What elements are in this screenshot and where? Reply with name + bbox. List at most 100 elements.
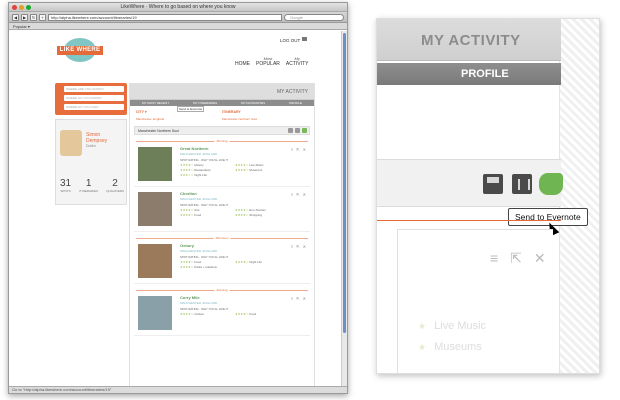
browser-search-field[interactable]: Google <box>284 13 344 21</box>
hatched-background <box>559 19 599 373</box>
itinerary-label: ITINERARY <box>222 110 241 114</box>
zoom-window-button[interactable] <box>26 5 31 10</box>
back-button[interactable]: ◀ <box>12 13 19 21</box>
vertical-scrollbar[interactable] <box>341 31 347 386</box>
place-location: MANCHESTER, ENGLAND <box>180 197 218 201</box>
forward-button[interactable]: ▶ <box>21 13 28 21</box>
close-window-button[interactable] <box>12 5 17 10</box>
list-item: Curry Mile MANCHESTER, ENGLAND SPOT RATI… <box>134 294 310 336</box>
stat-qualifiers[interactable]: 2 QUALIFIERS <box>106 178 124 193</box>
tab-most-recent[interactable]: MY MOST RECENT <box>142 100 169 106</box>
spot-rating-label: SPOT RATING · WHY YOU'LL LIKE IT <box>180 158 229 162</box>
place-photo[interactable] <box>138 244 172 278</box>
share-icon[interactable]: ⇱ <box>296 296 299 301</box>
place-tag: ★★★★☆ Culture <box>180 312 204 316</box>
menu-icon[interactable]: ≡ <box>291 244 293 249</box>
menu-icon[interactable]: ≡ <box>291 296 293 301</box>
stat-itineraries[interactable]: 1 ITINERARIES <box>79 178 98 193</box>
list-item: Great Northern MANCHESTER, ENGLAND SPOT … <box>134 145 310 187</box>
place-tag: ★★★★☆ Museums <box>235 168 263 172</box>
share-icon[interactable]: ⇱ <box>296 244 299 249</box>
place-photo[interactable] <box>138 147 172 181</box>
menu-icon[interactable]: ≡ <box>291 192 293 197</box>
place-photo[interactable] <box>138 192 172 226</box>
zoom-activity-header: MY ACTIVITY <box>377 19 561 61</box>
place-tag: ★★★★☆ Food <box>235 312 257 316</box>
address-bar[interactable]: http://alpha.likewhere.com/account/itine… <box>48 13 282 21</box>
browser-toolbar: ◀ ▶ ↻ + http://alpha.likewhere.com/accou… <box>9 12 347 23</box>
nav-home[interactable]: HOME <box>235 56 250 67</box>
evernote-icon[interactable] <box>302 128 307 133</box>
tab-profile[interactable]: PROFILE <box>289 100 302 106</box>
place-tag: ★★★★☆ Arts <box>180 208 200 212</box>
logout-icon[interactable] <box>302 37 307 41</box>
place-location: MANCHESTER, ENGLAND <box>180 301 218 305</box>
reload-button[interactable]: ↻ <box>30 13 37 21</box>
zoom-detail-panel: MY ACTIVITY PROFILE Send to Evernote ≡ ⇱… <box>376 18 600 374</box>
close-icon[interactable]: ✕ <box>303 192 306 197</box>
logo-wordmark: LIKE WHERE <box>57 46 103 55</box>
top-navigation: HOME Most POPULAR My ACTIVITY <box>235 56 308 67</box>
menu-icon[interactable]: ≡ <box>291 147 293 152</box>
logout-link[interactable]: LOG OUT <box>280 38 300 43</box>
nav-popular[interactable]: Most POPULAR <box>256 56 280 67</box>
close-icon[interactable]: ✕ <box>534 250 546 267</box>
place-tag: ★★★☆☆ Night Life <box>180 173 207 177</box>
section-divider-afternoon: Afternoon <box>136 236 308 240</box>
place-tag: ★★★★☆ Eco-Tourism <box>235 208 266 212</box>
place-name[interactable]: Oxbury <box>180 243 194 248</box>
zoom-itinerary-bar <box>377 159 563 207</box>
like-input[interactable]: WHERE DO YOU LIKE? <box>64 104 124 110</box>
menu-icon[interactable]: ≡ <box>490 250 498 267</box>
save-icon[interactable] <box>483 174 503 194</box>
add-bookmark-button[interactable]: + <box>39 13 46 21</box>
stat-spots[interactable]: 31 SPOTS <box>60 178 71 193</box>
nav-activity[interactable]: My ACTIVITY <box>286 56 309 67</box>
close-icon[interactable]: ✕ <box>303 244 306 249</box>
place-name[interactable]: Great Northern <box>180 146 208 151</box>
place-location: MANCHESTER, ENGLAND <box>180 249 218 253</box>
evernote-tooltip-small: Send to Evernote <box>177 106 205 112</box>
evernote-icon[interactable] <box>539 173 563 195</box>
tab-favourites[interactable]: MY FAVOURITES <box>241 100 265 106</box>
zoom-activity-title: MY ACTIVITY <box>421 32 521 49</box>
share-icon[interactable]: ⇱ <box>296 147 299 152</box>
zoom-place-tags: Live Music Museums <box>418 320 486 362</box>
scrollbar-thumb[interactable] <box>343 33 346 333</box>
section-divider-evening: Evening <box>136 288 308 292</box>
trash-icon[interactable] <box>512 174 532 194</box>
profile-location: Dublin <box>86 144 96 148</box>
list-item: Chorlton MANCHESTER, ENGLAND SPOT RATING… <box>134 190 310 232</box>
place-name[interactable]: Chorlton <box>180 191 197 196</box>
web-page: LIKE WHERE LOG OUT HOME Most POPULAR My … <box>9 31 341 386</box>
itinerary-value[interactable]: Manchester Northern Soul <box>222 117 308 121</box>
browser-window: LikeWhere · Where to go based on where y… <box>8 2 348 394</box>
zoom-profile-tab[interactable]: PROFILE <box>377 63 561 85</box>
save-icon[interactable] <box>288 128 293 133</box>
share-icon[interactable]: ⇱ <box>296 192 299 197</box>
title-bar: LikeWhere · Where to go based on where y… <box>9 3 347 12</box>
stage: LikeWhere · Where to go based on where y… <box>0 0 620 400</box>
place-tag: ★★★★☆ History <box>180 163 204 167</box>
profile-stats: 31 SPOTS 1 ITINERARIES 2 QUALIFIERS <box>60 178 124 193</box>
spot-rating-label: SPOT RATING · WHY YOU'LL LIKE IT <box>180 203 229 207</box>
minimize-window-button[interactable] <box>19 5 24 10</box>
list-item: Oxbury MANCHESTER, ENGLAND SPOT RATING ·… <box>134 242 310 284</box>
place-tag: ★★★★☆ Food <box>180 260 202 264</box>
place-photo[interactable] <box>138 296 172 330</box>
share-icon[interactable]: ⇱ <box>510 250 522 267</box>
profile-name[interactable]: Simon Dempsey <box>86 132 107 144</box>
spot-rating-label: SPOT RATING · WHY YOU'LL LIKE IT <box>180 307 229 311</box>
know-input[interactable]: WHERE DO YOU KNOW? <box>64 95 124 101</box>
place-tag: ★★★★☆ Night Life <box>235 260 262 264</box>
trash-icon[interactable] <box>295 128 300 133</box>
likewhere-logo[interactable]: LIKE WHERE <box>57 38 103 62</box>
close-icon[interactable]: ✕ <box>303 296 306 301</box>
close-icon[interactable]: ✕ <box>303 147 306 152</box>
city-itinerary-row: CITY ▾ Manchester, England ITINERARY Man… <box>130 106 314 126</box>
going-input[interactable]: WHERE ARE YOU GOING? <box>64 86 124 92</box>
window-title: LikeWhere · Where to go based on where y… <box>120 4 236 10</box>
place-tag: ★★★★☆ Restaurants <box>180 168 211 172</box>
bookmarks-bar[interactable]: Popular ▾ <box>9 23 347 30</box>
place-name[interactable]: Curry Mile <box>180 295 200 300</box>
